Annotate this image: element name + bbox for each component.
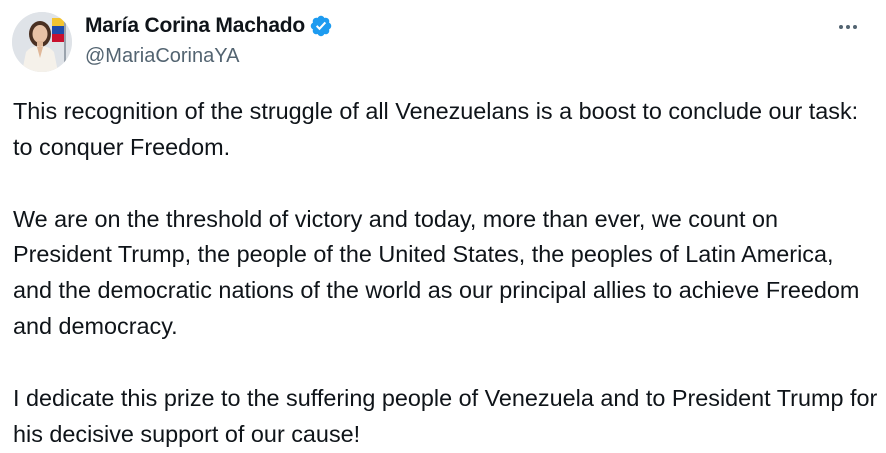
tweet-paragraph: I dedicate this prize to the suffering p…	[13, 384, 878, 447]
tweet-paragraph: We are on the threshold of victory and t…	[13, 205, 860, 339]
avatar-photo	[12, 12, 72, 72]
more-options-icon	[839, 25, 857, 29]
tweet-card: María Corina Machado @MariaCorinaYA This…	[0, 0, 886, 453]
author-handle[interactable]: @MariaCorinaYA	[85, 45, 239, 68]
author-display-name[interactable]: María Corina Machado	[85, 14, 305, 38]
avatar[interactable]	[12, 12, 72, 72]
tweet-text: This recognition of the struggle of all …	[13, 94, 878, 452]
author-name-row: María Corina Machado	[85, 13, 333, 39]
more-options-button[interactable]	[832, 14, 864, 40]
tweet-paragraph: This recognition of the struggle of all …	[13, 98, 859, 160]
verified-badge-icon[interactable]	[309, 14, 333, 38]
